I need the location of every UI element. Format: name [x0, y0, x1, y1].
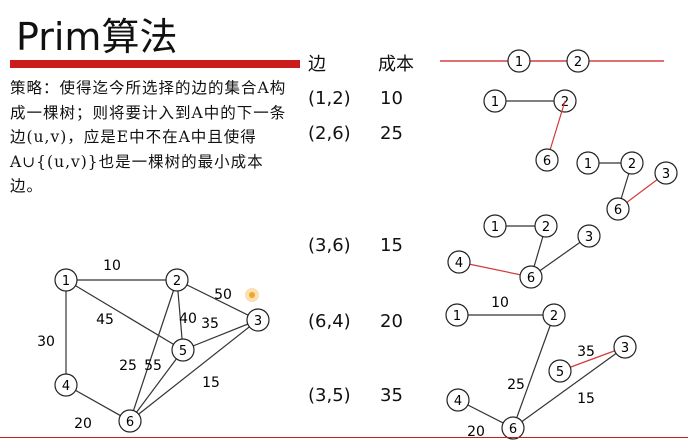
graph-weight-2-5: 40 — [179, 311, 197, 327]
graph-weight-1-4: 30 — [37, 334, 55, 350]
graph-node-3-label: 3 — [254, 314, 262, 329]
graph-edge-2-6 — [129, 279, 178, 422]
step4-node-6-label: 6 — [614, 203, 622, 218]
step5-node-3-label: 3 — [585, 230, 593, 245]
graph-weight-1-2: 10 — [103, 258, 121, 274]
graph-weight-5-3: 35 — [201, 316, 219, 332]
step5-node-4-label: 4 — [455, 256, 463, 271]
graph-weight-6-3: 15 — [202, 375, 220, 391]
step6-weight-1: 35 — [577, 344, 595, 360]
step4-node-1-label: 1 — [584, 157, 592, 172]
step6-node-6-label: 6 — [509, 422, 517, 437]
graph-weight-4-6: 20 — [74, 416, 92, 432]
highlight-dot — [249, 292, 255, 298]
step6-edge-2-6 — [512, 314, 555, 429]
step2-node-1-label: 1 — [491, 95, 499, 110]
graph-weight-1-5: 45 — [96, 312, 114, 328]
step6-edge-6-3 — [512, 346, 626, 429]
step6-node-3-label: 3 — [621, 341, 629, 356]
step5-node-6-label: 6 — [527, 271, 535, 286]
step1-node-2-label: 2 — [574, 55, 582, 70]
graph-weight-2-6: 25 — [119, 358, 137, 374]
bottom-rule — [0, 437, 688, 438]
step3-node-6-label: 6 — [543, 154, 551, 169]
step1-node-1-label: 1 — [515, 55, 523, 70]
step6-node-5-label: 5 — [556, 365, 564, 380]
graph-weight-5-6: 55 — [144, 358, 162, 374]
step5-node-2-label: 2 — [542, 220, 550, 235]
step6-weight-2: 25 — [507, 377, 525, 393]
graph-node-6-label: 6 — [126, 415, 134, 430]
step6-weight-3: 15 — [577, 391, 595, 407]
graph-node-4-label: 4 — [62, 379, 70, 394]
step6-node-2-label: 2 — [550, 309, 558, 324]
graph-weight-2-3: 50 — [214, 287, 232, 303]
step4-node-3-label: 3 — [662, 167, 670, 182]
graph-node-5-label: 5 — [179, 344, 187, 359]
step5-node-1-label: 1 — [491, 220, 499, 235]
graph-node-2-label: 2 — [173, 274, 181, 289]
step6-node-1-label: 1 — [453, 309, 461, 324]
step6-weight-0: 10 — [491, 295, 509, 311]
prim-diagram: 1050453040352555152012345612126126312346… — [37, 49, 678, 440]
step4-node-2-label: 2 — [628, 157, 636, 172]
graph-node-1-label: 1 — [62, 274, 70, 289]
step6-node-4-label: 4 — [454, 394, 462, 409]
